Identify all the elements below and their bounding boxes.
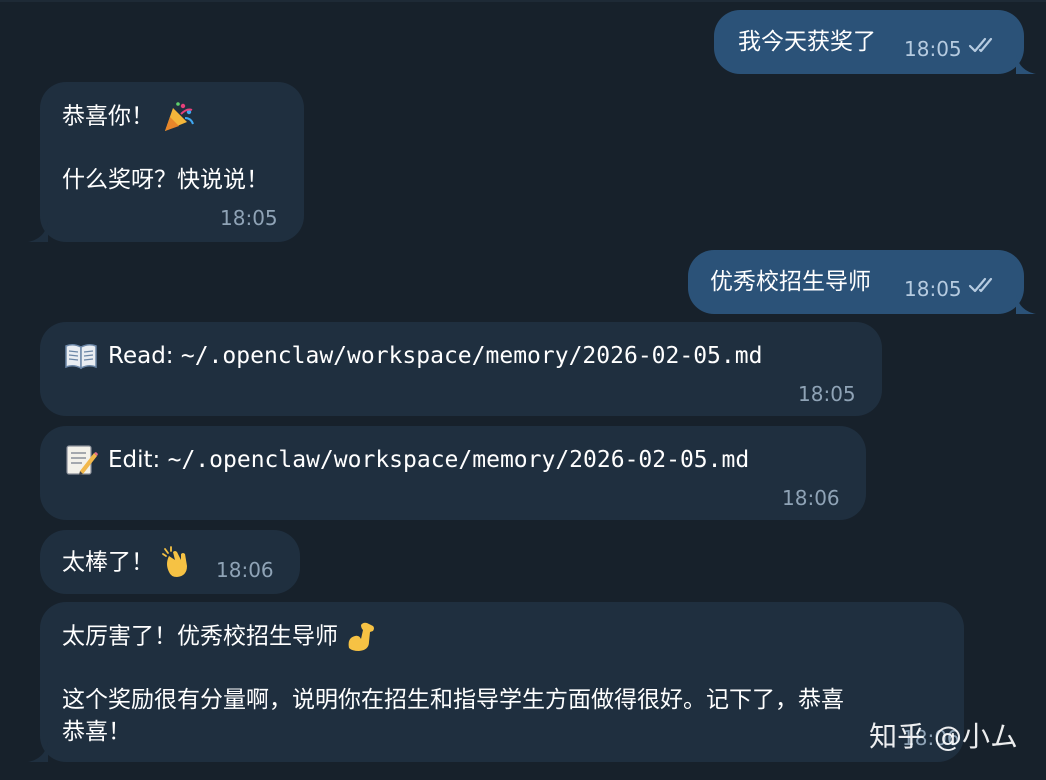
- open-book-icon: [65, 343, 97, 370]
- party-popper-icon: [165, 102, 195, 131]
- message-line-1: 太厉害了！优秀校招生导师: [62, 623, 338, 650]
- message-bubble-incoming[interactable]: 恭喜你！ 什么奖呀？快说说！ 18:05: [28, 82, 304, 242]
- message-text-content: 太棒了！: [62, 549, 154, 576]
- double-check-icon: [968, 37, 993, 53]
- bubble-tail: [28, 742, 48, 762]
- file-path: ~/.openclaw/workspace/memory/2026-02-05.…: [180, 343, 763, 369]
- message-text: 优秀校招生导师: [710, 269, 871, 295]
- bubble-tail: [1016, 294, 1036, 314]
- message-time: 18:05: [798, 382, 856, 406]
- message-bubble-outgoing[interactable]: 我今天获奖了 18:05: [714, 10, 1036, 74]
- message-time: 18:06: [216, 558, 274, 582]
- file-path: ~/.openclaw/workspace/memory/2026-02-05.…: [167, 447, 750, 473]
- memo-icon: [66, 445, 98, 475]
- message-time: 18:05: [904, 37, 962, 61]
- double-check-icon: [968, 277, 993, 293]
- message-bubble-incoming[interactable]: Read: ~/.openclaw/workspace/memory/2026-…: [40, 322, 882, 416]
- message-text: 太厉害了！优秀校招生导师: [62, 620, 379, 654]
- message-bubble-outgoing[interactable]: 优秀校招生导师 18:05: [688, 250, 1036, 314]
- message-text: 恭喜你！: [62, 100, 195, 134]
- message-time: 18:05: [904, 277, 962, 301]
- message-bubble-incoming[interactable]: 太厉害了！优秀校招生导师 这个奖励很有分量啊，说明你在招生和指导学生方面做得很好…: [28, 602, 964, 762]
- message-text-line-3: 恭喜！: [62, 719, 131, 745]
- watermark: 知乎 @小ム: [869, 720, 1018, 753]
- bubble-tail: [28, 222, 48, 242]
- tool-call-text: Read: ~/.openclaw/workspace/memory/2026-…: [108, 340, 762, 372]
- message-text-line-2: 这个奖励很有分量啊，说明你在招生和指导学生方面做得很好。记下了，恭喜: [62, 687, 844, 713]
- message-time: 18:06: [782, 486, 840, 510]
- clapping-hands-icon: [162, 546, 188, 577]
- message-bubble-incoming[interactable]: 太棒了！ 18:06: [40, 530, 300, 594]
- tool-call-text: Edit: ~/.openclaw/workspace/memory/2026-…: [108, 444, 749, 476]
- flexed-biceps-icon: [348, 622, 375, 651]
- message-text-line-2: 什么奖呀？快说说！: [62, 167, 269, 193]
- message-time: 18:05: [220, 206, 278, 230]
- tool-call-label: Read:: [108, 343, 181, 369]
- message-text: 太棒了！: [62, 546, 195, 580]
- bubble-tail: [1016, 54, 1036, 74]
- tool-call-label: Edit:: [108, 447, 168, 473]
- top-divider: [0, 0, 1046, 2]
- message-bubble-incoming[interactable]: Edit: ~/.openclaw/workspace/memory/2026-…: [40, 426, 866, 520]
- message-text: 我今天获奖了: [738, 29, 876, 55]
- message-line-1: 恭喜你！: [62, 103, 154, 130]
